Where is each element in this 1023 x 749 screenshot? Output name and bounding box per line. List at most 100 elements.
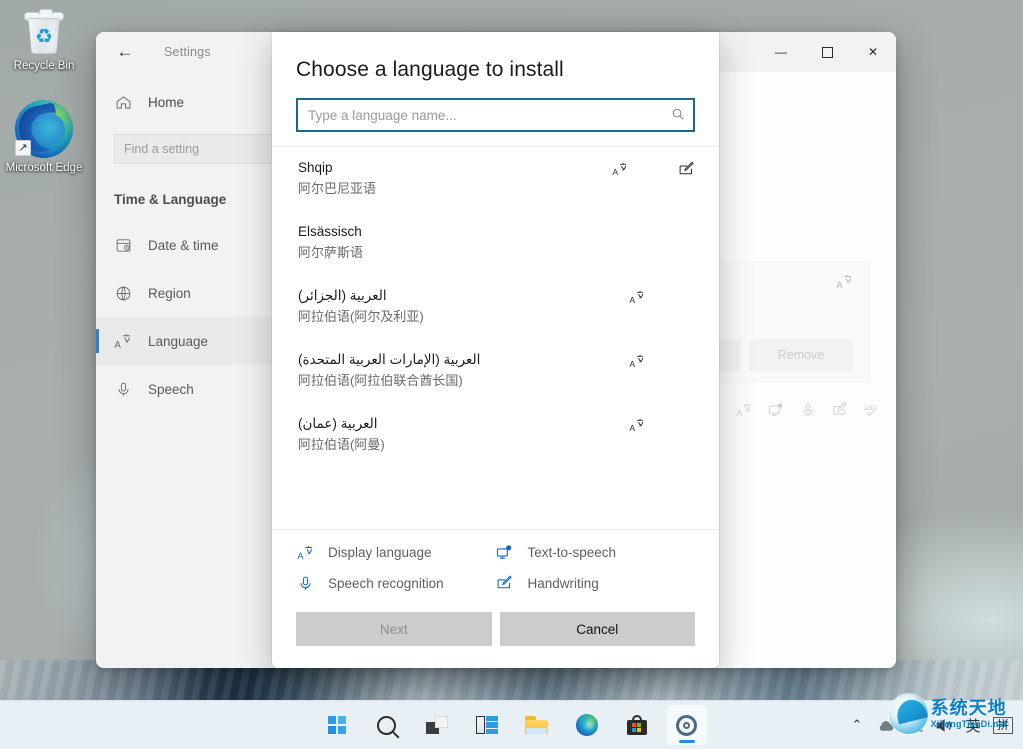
sidebar-item-label: Speech xyxy=(148,381,194,397)
legend-label: Display language xyxy=(328,545,432,560)
calendar-clock-icon xyxy=(114,236,132,254)
next-button[interactable]: Next xyxy=(296,612,492,646)
system-tray: ⌃ 英 拼 系统天地 XiTongTianDi.net xyxy=(848,694,1013,738)
legend-handwriting: Handwriting xyxy=(496,575,696,592)
display-language-icon: A xyxy=(629,417,645,438)
close-button[interactable]: ✕ xyxy=(850,32,896,72)
language-search-box[interactable] xyxy=(296,98,695,132)
speech-recognition-icon xyxy=(800,402,816,423)
svg-text:A: A xyxy=(836,280,843,290)
language-search-input[interactable] xyxy=(308,107,665,123)
language-capability-icons: A xyxy=(612,161,695,183)
list-item[interactable]: Shqip 阿尔巴尼亚语 A xyxy=(272,147,719,211)
site-watermark: 系统天地 XiTongTianDi.net xyxy=(889,691,1007,737)
svg-text:A: A xyxy=(629,359,635,369)
language-capability-icons: A xyxy=(629,417,645,438)
desktop-icon-recycle-bin[interactable]: ♻ Recycle Bin xyxy=(4,9,84,73)
minimize-icon: — xyxy=(775,45,787,59)
file-explorer-button[interactable] xyxy=(517,705,557,745)
desktop-icon-microsoft-edge[interactable]: ↗ Microsoft Edge xyxy=(4,100,84,175)
show-hidden-icons-button[interactable]: ⌃ xyxy=(848,712,866,738)
dialog-actions: Next Cancel xyxy=(272,598,719,668)
widgets-button[interactable] xyxy=(467,705,507,745)
legend-label: Handwriting xyxy=(527,576,599,591)
text-to-speech-icon xyxy=(768,402,784,423)
store-button[interactable] xyxy=(617,705,657,745)
svg-text:A: A xyxy=(736,408,742,418)
legend-speech-recognition: Speech recognition xyxy=(296,575,496,592)
window-controls: — ✕ xyxy=(758,32,896,72)
start-button[interactable] xyxy=(317,705,357,745)
display-language-icon: A xyxy=(114,332,132,350)
language-list[interactable]: Shqip 阿尔巴尼亚语 A Elsässisch 阿尔萨斯语 العربية … xyxy=(272,146,719,529)
handwriting-icon xyxy=(678,161,695,183)
remove-button[interactable]: Remove xyxy=(749,339,853,371)
task-view-icon xyxy=(425,716,448,734)
sidebar-item-label: Date & time xyxy=(148,237,219,253)
svg-text:A: A xyxy=(612,167,618,177)
window-title: Settings xyxy=(164,45,211,59)
display-language-icon: A xyxy=(836,273,853,295)
cancel-button[interactable]: Cancel xyxy=(499,612,695,646)
sidebar-item-speech[interactable]: Speech xyxy=(96,365,292,413)
svg-text:A: A xyxy=(297,551,304,561)
settings-sidebar: Home Find a setting Time & Language Date… xyxy=(96,72,292,668)
display-language-icon: A xyxy=(736,402,752,423)
handwriting-icon xyxy=(832,402,848,423)
sidebar-item-language[interactable]: A Language xyxy=(96,317,292,365)
choose-language-dialog: Choose a language to install Shqip 阿尔巴尼亚… xyxy=(272,32,719,668)
search-button[interactable] xyxy=(367,705,407,745)
settings-taskbar-button[interactable] xyxy=(666,705,707,745)
close-icon: ✕ xyxy=(867,45,879,59)
legend-label: Text-to-speech xyxy=(527,545,617,560)
text-to-speech-icon xyxy=(496,544,514,561)
language-translated-name: 阿尔萨斯语 xyxy=(298,245,364,260)
windows-logo-icon xyxy=(327,716,346,734)
display-language-icon: A xyxy=(612,161,628,183)
back-arrow-icon: ← xyxy=(116,42,134,61)
svg-text:A: A xyxy=(114,340,121,350)
watermark-cn-text: 系统天地 xyxy=(930,698,1007,718)
display-language-icon: A xyxy=(629,353,645,374)
list-item[interactable]: Elsässisch 阿尔萨斯语 xyxy=(272,211,719,275)
edge-button[interactable] xyxy=(567,705,607,745)
list-item[interactable]: العربية (عمان) 阿拉伯语(阿曼) A xyxy=(272,403,719,467)
sidebar-home-label: Home xyxy=(148,94,185,110)
svg-text:ABC: ABC xyxy=(864,405,877,412)
edge-icon: ↗ xyxy=(14,100,73,158)
sidebar-item-home[interactable]: Home xyxy=(96,84,292,120)
legend-display-language: A Display language xyxy=(296,544,496,561)
taskbar-center-group xyxy=(317,705,707,745)
task-view-button[interactable] xyxy=(417,705,457,745)
handwriting-icon xyxy=(496,575,514,592)
maximize-button[interactable] xyxy=(804,32,850,72)
sidebar-section-title: Time & Language xyxy=(114,192,227,207)
watermark-globe-icon xyxy=(889,694,928,734)
globe-icon xyxy=(114,284,132,302)
edge-icon xyxy=(575,714,598,736)
back-button[interactable]: ← xyxy=(102,36,148,68)
widgets-icon xyxy=(475,716,498,734)
sidebar-item-region[interactable]: Region xyxy=(96,269,292,317)
sidebar-item-label: Language xyxy=(148,333,209,349)
sidebar-item-date-time[interactable]: Date & time xyxy=(96,221,292,269)
language-native-name: Elsässisch xyxy=(298,224,362,239)
legend-text-to-speech: Text-to-speech xyxy=(496,544,696,561)
display-language-icon: A xyxy=(296,544,314,561)
spellcheck-icon: ABC xyxy=(864,402,880,423)
folder-icon xyxy=(525,716,548,734)
language-feature-icons: A ABC xyxy=(736,402,880,423)
minimize-button[interactable]: — xyxy=(758,32,804,72)
desktop-icon-label: Recycle Bin xyxy=(13,60,75,72)
display-language-icon: A xyxy=(629,289,645,310)
search-icon xyxy=(377,715,396,735)
svg-text:A: A xyxy=(629,423,635,433)
list-item[interactable]: العربية (الإمارات العربية المتحدة) 阿拉伯语(… xyxy=(272,339,719,403)
list-item[interactable]: العربية (الجزائر) 阿拉伯语(阿尔及利亚) A xyxy=(272,275,719,339)
microphone-icon xyxy=(114,380,132,398)
shortcut-arrow-icon: ↗ xyxy=(15,140,31,156)
find-a-setting-placeholder: Find a setting xyxy=(124,142,200,156)
dialog-legend: A Display language Text-to-speech Speech… xyxy=(272,529,719,598)
sidebar-item-label: Region xyxy=(148,285,191,301)
find-a-setting-input[interactable]: Find a setting xyxy=(114,134,278,164)
